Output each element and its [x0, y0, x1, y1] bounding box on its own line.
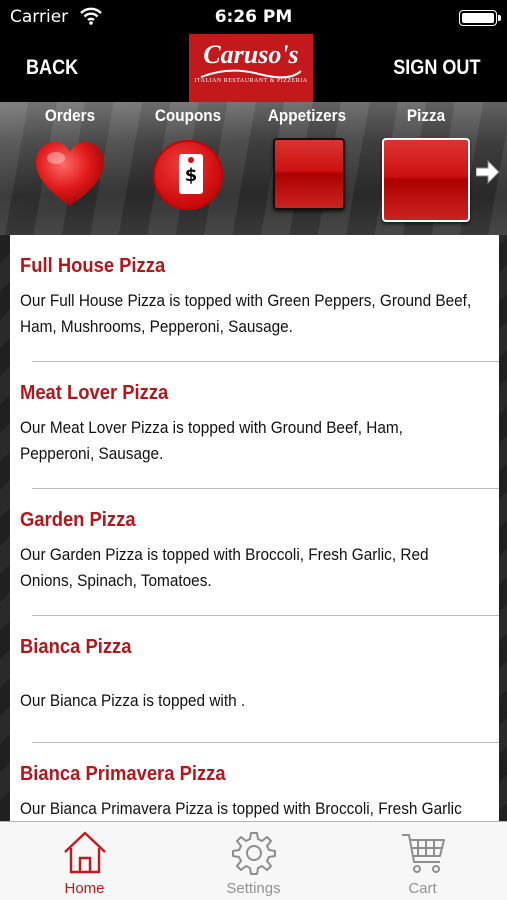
list-item[interactable]: Bianca Pizza Our Bianca Pizza is topped … [10, 616, 499, 743]
battery-icon [459, 10, 501, 26]
cart-icon [402, 834, 445, 873]
app-header: BACK Caruso's ITALIAN RESTAURANT & PIZZE… [0, 34, 507, 102]
category-label: Coupons [154, 106, 222, 125]
tab-settings[interactable]: Settings [169, 822, 338, 900]
pizza-thumbnail [382, 138, 470, 222]
logo-subtext: ITALIAN RESTAURANT & PIZZERIA [194, 78, 308, 84]
arrow-right-icon[interactable] [476, 158, 500, 186]
tab-home[interactable]: Home [0, 822, 169, 900]
logo-text: Caruso's [203, 40, 299, 69]
item-description: Our Meat Lover Pizza is topped with Grou… [20, 419, 403, 463]
item-title: Meat Lover Pizza [20, 382, 169, 404]
item-title: Bianca Primavera Pizza [20, 763, 226, 785]
sign-out-button[interactable]: SIGN OUT [394, 34, 481, 102]
tab-label: Settings [226, 880, 281, 897]
tab-cart[interactable]: Cart [338, 822, 507, 900]
category-coupons[interactable]: Coupons $ [148, 102, 228, 235]
category-bar: Orders Coupons $ Appetizers Pizza [0, 102, 507, 235]
category-orders[interactable]: Orders [30, 102, 110, 235]
item-description: Our Garden Pizza is topped with Broccoli… [20, 546, 429, 590]
list-item[interactable]: Garden Pizza Our Garden Pizza is topped … [10, 489, 499, 616]
item-description: Our Bianca Primavera Pizza is topped wit… [20, 800, 462, 818]
item-title: Full House Pizza [20, 255, 166, 277]
status-time: 6:26 PM [214, 7, 293, 27]
list-item[interactable]: Bianca Primavera Pizza Our Bianca Primav… [10, 743, 499, 821]
tab-bar: Home Settings Cart [0, 821, 507, 900]
item-title: Garden Pizza [20, 509, 136, 531]
category-pizza[interactable]: Pizza [380, 102, 472, 235]
home-icon [64, 831, 106, 874]
carusos-logo: Caruso's ITALIAN RESTAURANT & PIZZERIA [189, 34, 313, 102]
category-label: Appetizers [267, 106, 347, 125]
item-description: Our Bianca Pizza is topped with . [20, 692, 246, 710]
back-button[interactable]: BACK [26, 34, 78, 102]
tab-label: Home [64, 880, 105, 897]
list-item[interactable]: Meat Lover Pizza Our Meat Lover Pizza is… [10, 362, 499, 489]
appetizers-thumbnail [273, 138, 345, 210]
tab-label: Cart [408, 880, 437, 897]
status-bar: Carrier 6:26 PM [0, 0, 507, 34]
menu-list[interactable]: Full House Pizza Our Full House Pizza is… [10, 235, 499, 821]
category-label: Orders [44, 106, 96, 125]
category-appetizers[interactable]: Appetizers [262, 102, 352, 235]
list-item[interactable]: Full House Pizza Our Full House Pizza is… [10, 235, 499, 362]
gear-icon [232, 832, 276, 875]
category-label: Pizza [406, 106, 446, 125]
item-title: Bianca Pizza [20, 636, 132, 658]
menu-list-background: Full House Pizza Our Full House Pizza is… [0, 235, 507, 821]
price-tag-icon: $ [153, 140, 223, 210]
heart-icon [36, 142, 104, 206]
item-description: Our Full House Pizza is topped with Gree… [20, 292, 472, 336]
